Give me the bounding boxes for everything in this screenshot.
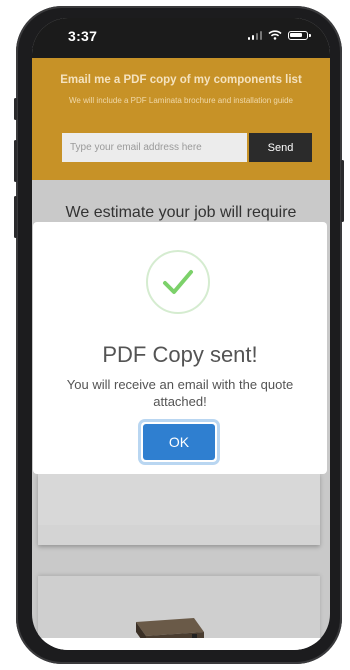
status-time: 3:37 [68,28,98,44]
send-button[interactable]: Send [249,133,312,162]
email-input[interactable] [62,133,247,162]
ok-button-focus-ring: OK [141,422,217,462]
success-dialog: PDF Copy sent! You will receive an email… [33,222,327,474]
battery-icon [288,30,311,40]
email-section-subtitle: We will include a PDF Laminata brochure … [69,96,293,105]
email-section-title: Email me a PDF copy of my components lis… [60,74,302,86]
component-card-body [38,473,320,525]
email-pdf-section: Email me a PDF copy of my components lis… [32,58,330,180]
component-card [38,473,320,545]
dialog-message: You will receive an email with the quote… [66,377,294,409]
cellular-signal-icon [247,30,262,40]
dialog-title: PDF Copy sent! [102,342,258,367]
check-icon [163,270,193,294]
wifi-icon [268,30,282,40]
home-indicator-area [32,638,330,650]
ok-button[interactable]: OK [143,424,215,460]
volume-up-button [14,140,17,182]
status-bar: 3:37 [32,18,330,58]
volume-down-button [14,196,17,238]
status-icons [247,30,311,40]
mute-switch [14,98,17,120]
estimate-heading: We estimate your job will require [65,204,297,221]
power-button [341,160,344,222]
